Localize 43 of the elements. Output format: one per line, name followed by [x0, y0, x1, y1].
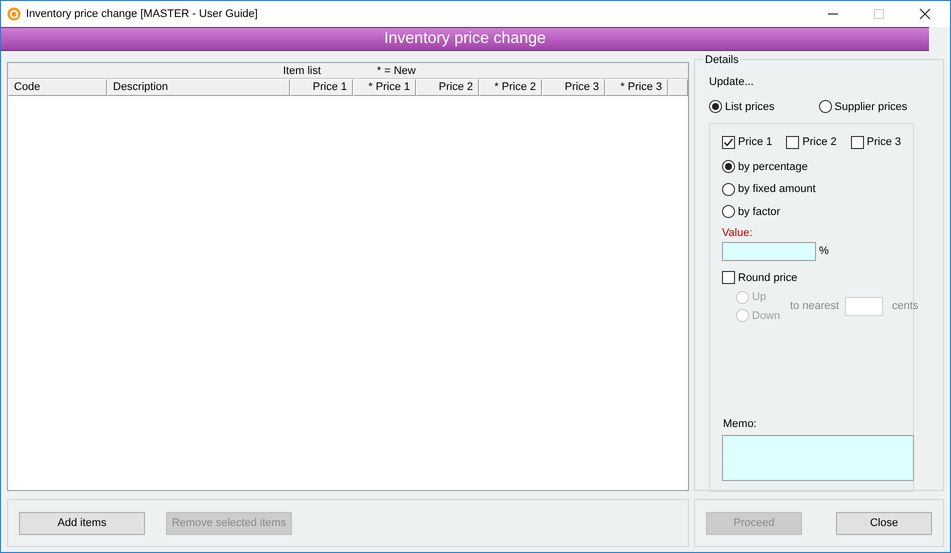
radio-option[interactable]: by factor — [722, 204, 901, 220]
column-header[interactable]: * Price 2 — [479, 79, 542, 96]
radio-button[interactable] — [818, 100, 832, 114]
checkbox[interactable] — [722, 136, 735, 149]
value-field[interactable] — [722, 242, 816, 260]
checkbox[interactable] — [722, 271, 735, 284]
radio-option[interactable]: by percentage — [722, 158, 901, 175]
checkbox-option[interactable]: Price 1 — [722, 134, 772, 150]
update-label: Update... — [709, 75, 754, 90]
radio-button[interactable] — [722, 182, 735, 196]
cents-field[interactable] — [845, 297, 884, 316]
unit-label: % — [819, 244, 829, 259]
action-button[interactable]: Close — [836, 512, 932, 534]
value-label: Value: — [722, 226, 752, 241]
checkbox-option[interactable]: Round price — [722, 270, 901, 286]
checkbox[interactable] — [786, 136, 800, 149]
column-header[interactable]: Price 2 — [416, 79, 479, 96]
memo-field[interactable] — [722, 435, 914, 481]
column-header[interactable]: Description — [107, 79, 290, 96]
action-button[interactable]: Add items — [19, 512, 145, 534]
header-title: Inventory price change — [384, 29, 546, 49]
column-header[interactable]: Code — [8, 79, 107, 96]
column-header[interactable]: Price 3 — [542, 79, 605, 96]
checkbox-option[interactable]: Price 2 — [786, 134, 837, 150]
memo-label: Memo: — [723, 416, 757, 432]
column-header[interactable]: * Price 3 — [605, 79, 668, 96]
radio-option[interactable]: Supplier prices — [818, 98, 908, 115]
window-title: Inventory price change [MASTER - User Guide] — [26, 6, 258, 22]
radio-option[interactable]: by fixed amount — [722, 181, 901, 198]
radio-button[interactable] — [709, 100, 722, 114]
app-logo-icon — [7, 7, 21, 21]
table-note: * = New — [376, 64, 416, 78]
radio-option[interactable]: List prices — [709, 98, 775, 115]
checkbox[interactable] — [850, 136, 864, 149]
column-header[interactable]: Price 1 — [290, 79, 353, 96]
cents-label: cents — [892, 299, 918, 314]
close-icon[interactable] — [919, 8, 931, 20]
table-caption: Item list — [283, 64, 321, 78]
checkbox-option[interactable]: Price 3 — [850, 134, 901, 150]
column-header[interactable]: * Price 1 — [353, 79, 416, 96]
radio-button[interactable] — [722, 205, 735, 218]
radio-button[interactable] — [722, 160, 735, 174]
to-nearest-label: to nearest — [790, 299, 840, 314]
